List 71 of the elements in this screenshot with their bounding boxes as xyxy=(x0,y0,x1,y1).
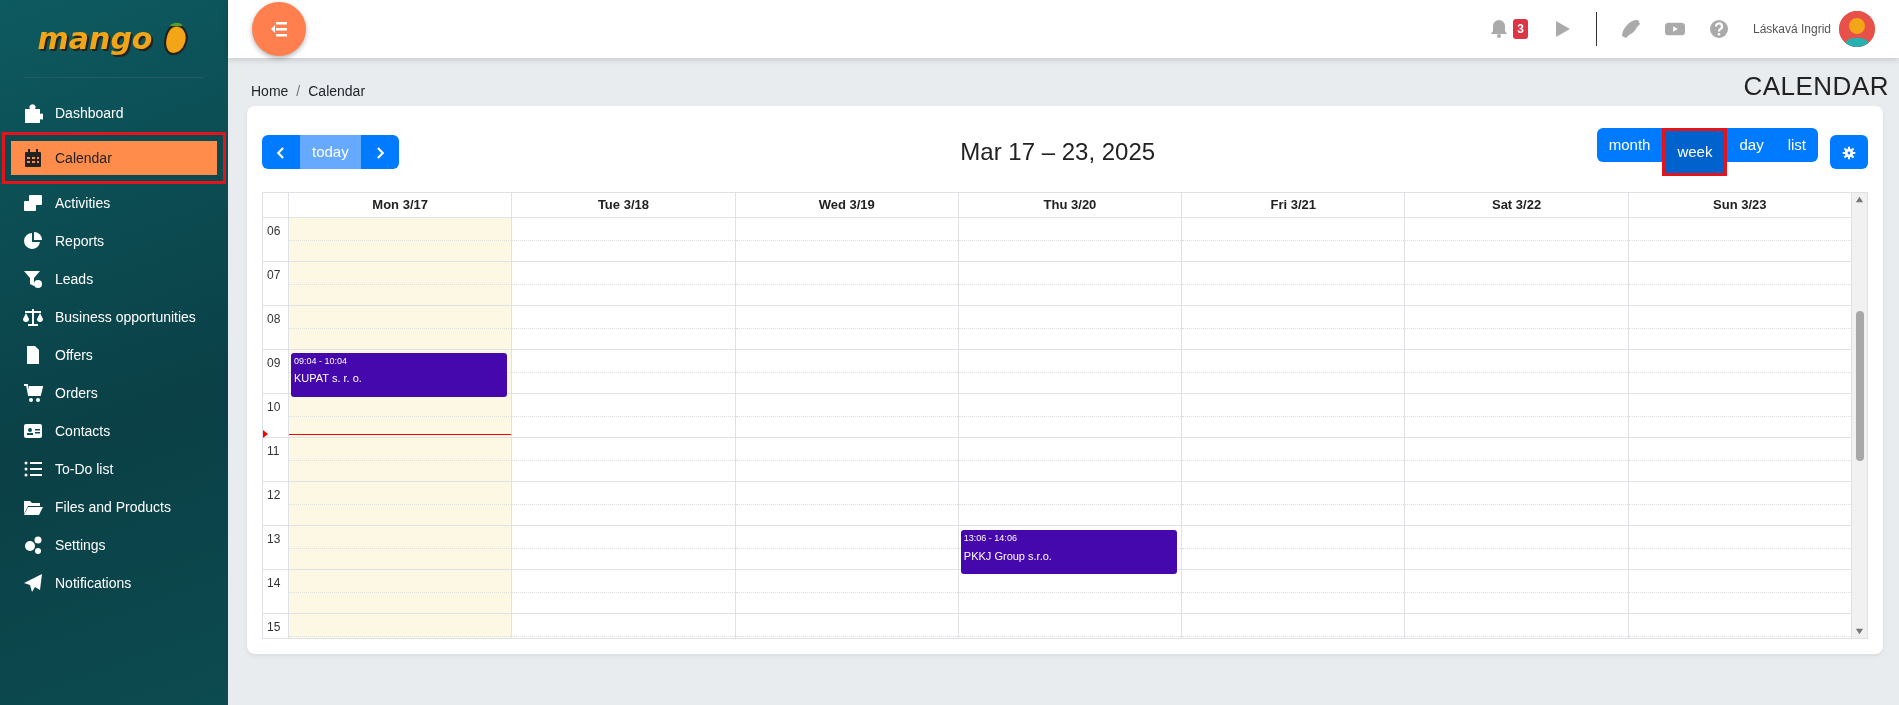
menu-icon xyxy=(269,19,289,39)
cart-icon xyxy=(23,383,43,403)
paper-plane-icon xyxy=(23,573,43,593)
sidebar-item[interactable]: Settings xyxy=(2,526,226,564)
sidebar-item[interactable]: Offers xyxy=(2,336,226,374)
gears-icon xyxy=(23,535,43,555)
scrollbar-thumb[interactable] xyxy=(1855,311,1864,461)
sidebar-item[interactable]: Business opportunities xyxy=(2,298,226,336)
view-tab[interactable]: day xyxy=(1727,128,1776,162)
notification-count: 3 xyxy=(1513,19,1528,39)
calendar-event[interactable]: 13:06 - 14:06 PKKJ Group s.r.o. xyxy=(960,530,1178,575)
funnel-icon xyxy=(23,269,43,289)
day-header: Fri 3/21 xyxy=(1270,196,1317,215)
page-title: CALENDAR xyxy=(1743,70,1889,102)
menu-toggle-button[interactable] xyxy=(252,2,306,56)
puzzle-icon xyxy=(23,103,43,123)
calendar-icon xyxy=(23,148,43,168)
calendar-event[interactable]: 09:04 - 10:04 KUPAT s. r. o. xyxy=(291,352,508,397)
logo: mango xyxy=(37,20,153,58)
sidebar-item[interactable]: Leads xyxy=(2,260,226,298)
sidebar-item[interactable]: Orders xyxy=(2,374,226,412)
time-label: 06 xyxy=(267,224,281,238)
sidebar-item[interactable]: To-Do list xyxy=(2,450,226,488)
day-header: Mon 3/17 xyxy=(372,196,428,215)
view-tab[interactable]: week xyxy=(1662,128,1728,176)
view-tab[interactable]: list xyxy=(1775,128,1818,162)
day-header: Sat 3/22 xyxy=(1491,196,1542,215)
envelopes-icon xyxy=(23,193,43,213)
sidebar-item[interactable]: Notifications xyxy=(2,564,226,602)
previous-button[interactable] xyxy=(262,135,300,169)
calendar-title: Mar 17 – 23, 2025 xyxy=(960,137,1156,167)
day-header: Tue 3/18 xyxy=(597,196,649,215)
event-title: KUPAT s. r. o. xyxy=(294,371,363,387)
breadcrumb-link[interactable]: Home xyxy=(251,81,289,102)
scales-icon xyxy=(23,307,43,327)
sidebar-item[interactable]: Reports xyxy=(2,222,226,260)
sidebar-item[interactable]: Activities xyxy=(2,184,226,222)
id-card-icon xyxy=(23,421,43,441)
time-label: 11 xyxy=(267,444,280,458)
time-label: 15 xyxy=(267,620,281,634)
sidebar-item[interactable]: Calendar xyxy=(2,132,226,184)
breadcrumb-separator: / xyxy=(296,82,301,101)
day-header: Sun 3/23 xyxy=(1713,196,1767,215)
checklist-icon xyxy=(23,459,43,479)
scroll-up-icon xyxy=(1854,195,1864,204)
event-time: 13:06 - 14:06 xyxy=(963,532,1018,546)
event-time: 09:04 - 10:04 xyxy=(294,354,349,368)
sidebar-item[interactable]: Files and Products xyxy=(2,488,226,526)
breadcrumb-current: Calendar xyxy=(308,82,366,101)
settings-button[interactable] xyxy=(1830,135,1868,169)
view-tab[interactable]: month xyxy=(1596,128,1663,162)
scroll-down-icon xyxy=(1854,627,1864,636)
time-label: 14 xyxy=(267,576,281,590)
event-title: PKKJ Group s.r.o. xyxy=(963,548,1053,564)
bell-icon xyxy=(1489,19,1510,39)
time-label: 12 xyxy=(267,488,281,502)
time-label: 10 xyxy=(267,400,281,414)
next-button[interactable] xyxy=(360,135,399,169)
sidebar-item[interactable]: Contacts xyxy=(2,412,226,450)
current-time-marker xyxy=(263,430,268,439)
sidebar-item[interactable]: Dashboard xyxy=(2,94,226,132)
help-icon xyxy=(1708,19,1729,39)
day-header: Wed 3/19 xyxy=(818,196,875,215)
user-name[interactable]: Láskavá Ingrid xyxy=(1752,20,1831,38)
time-label: 09 xyxy=(267,356,281,370)
time-label: 07 xyxy=(267,268,281,282)
avatar xyxy=(1839,11,1875,47)
day-header: Thu 3/20 xyxy=(1043,196,1097,215)
time-label: 08 xyxy=(267,312,281,326)
time-label: 13 xyxy=(267,532,281,546)
pie-chart-icon xyxy=(23,231,43,251)
